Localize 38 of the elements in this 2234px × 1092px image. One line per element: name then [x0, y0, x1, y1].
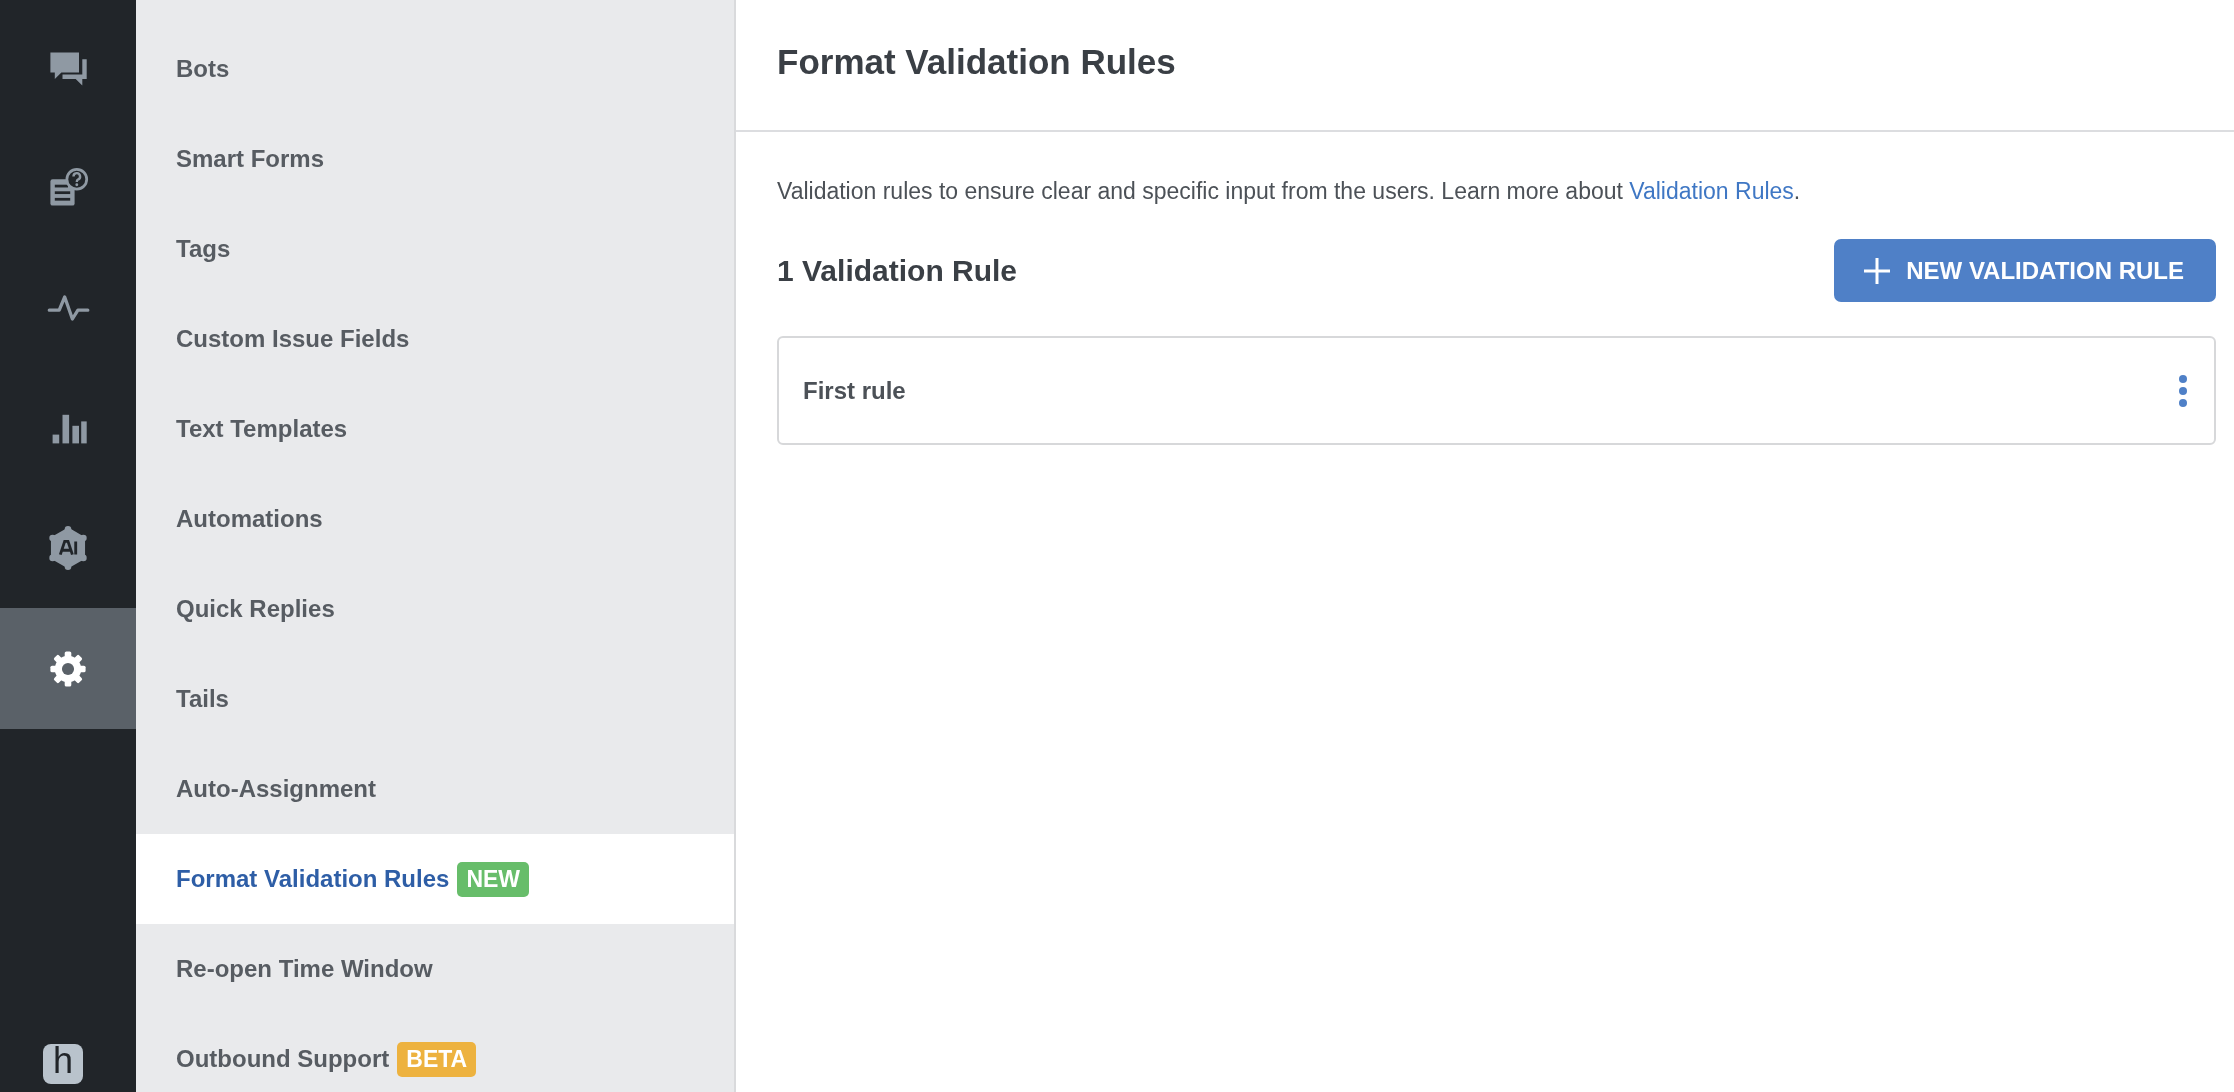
sidebar-label: Auto-Assignment [176, 775, 376, 803]
sidebar-label: Automations [176, 505, 323, 533]
status-badge: NEW [457, 861, 530, 897]
app-logo[interactable]: h [43, 1044, 83, 1084]
sidebar-label: Quick Replies [176, 595, 335, 623]
sidebar-item[interactable]: Tails [136, 654, 734, 744]
sidebar-item[interactable]: Bots [136, 24, 734, 114]
sidebar-item[interactable]: Text Templates [136, 384, 734, 474]
sidebar-item[interactable]: Re-open Time Window [136, 924, 734, 1014]
sidebar-item[interactable]: Custom Issue Fields [136, 294, 734, 384]
sidebar-label: Bots [176, 55, 230, 83]
sidebar-item[interactable]: Auto-Assignment [136, 744, 734, 834]
sidebar-item[interactable]: Automations [136, 474, 734, 564]
sidebar-label: Re-open Time Window [176, 955, 433, 983]
sidebar-label: Custom Issue Fields [176, 325, 410, 353]
status-badge: BETA [397, 1041, 477, 1077]
intro-text: Validation rules to ensure clear and specific input from the users. Learn more about Validation Rules. [777, 178, 1802, 205]
page-title: Format Validation Rules [777, 42, 1176, 82]
sidebar-item[interactable]: Format Validation Rules NEW [136, 834, 734, 924]
more-options-icon[interactable] [2178, 373, 2188, 408]
sidebar-label: Tags [176, 235, 231, 263]
sidebar-label: Smart Forms [176, 145, 325, 173]
sidebar-label: Outbound Support [176, 1045, 390, 1073]
new-rule-button[interactable]: NEW VALIDATION RULE [1834, 239, 2216, 302]
rule-count: 1 Validation Rule [777, 253, 1018, 288]
rule-name: First rule [803, 376, 906, 405]
validation-rules-link[interactable]: Validation Rules [1629, 178, 1794, 204]
sidebar-label: Text Templates [176, 415, 348, 443]
sidebar-item[interactable]: Smart Forms [136, 114, 734, 204]
sidebar-label: Tails [176, 685, 229, 713]
sidebar-item[interactable]: Quick Replies [136, 564, 734, 654]
rule-card[interactable]: First rule [777, 336, 2216, 445]
ai-icon [46, 526, 90, 570]
sidebar-item[interactable]: Outbound Support BETA [136, 1014, 734, 1092]
sidebar-item[interactable]: Tags [136, 204, 734, 294]
nav-button[interactable] [0, 608, 136, 729]
sidebar-label: Format Validation Rules [176, 865, 450, 893]
plus-icon [1862, 255, 1893, 286]
